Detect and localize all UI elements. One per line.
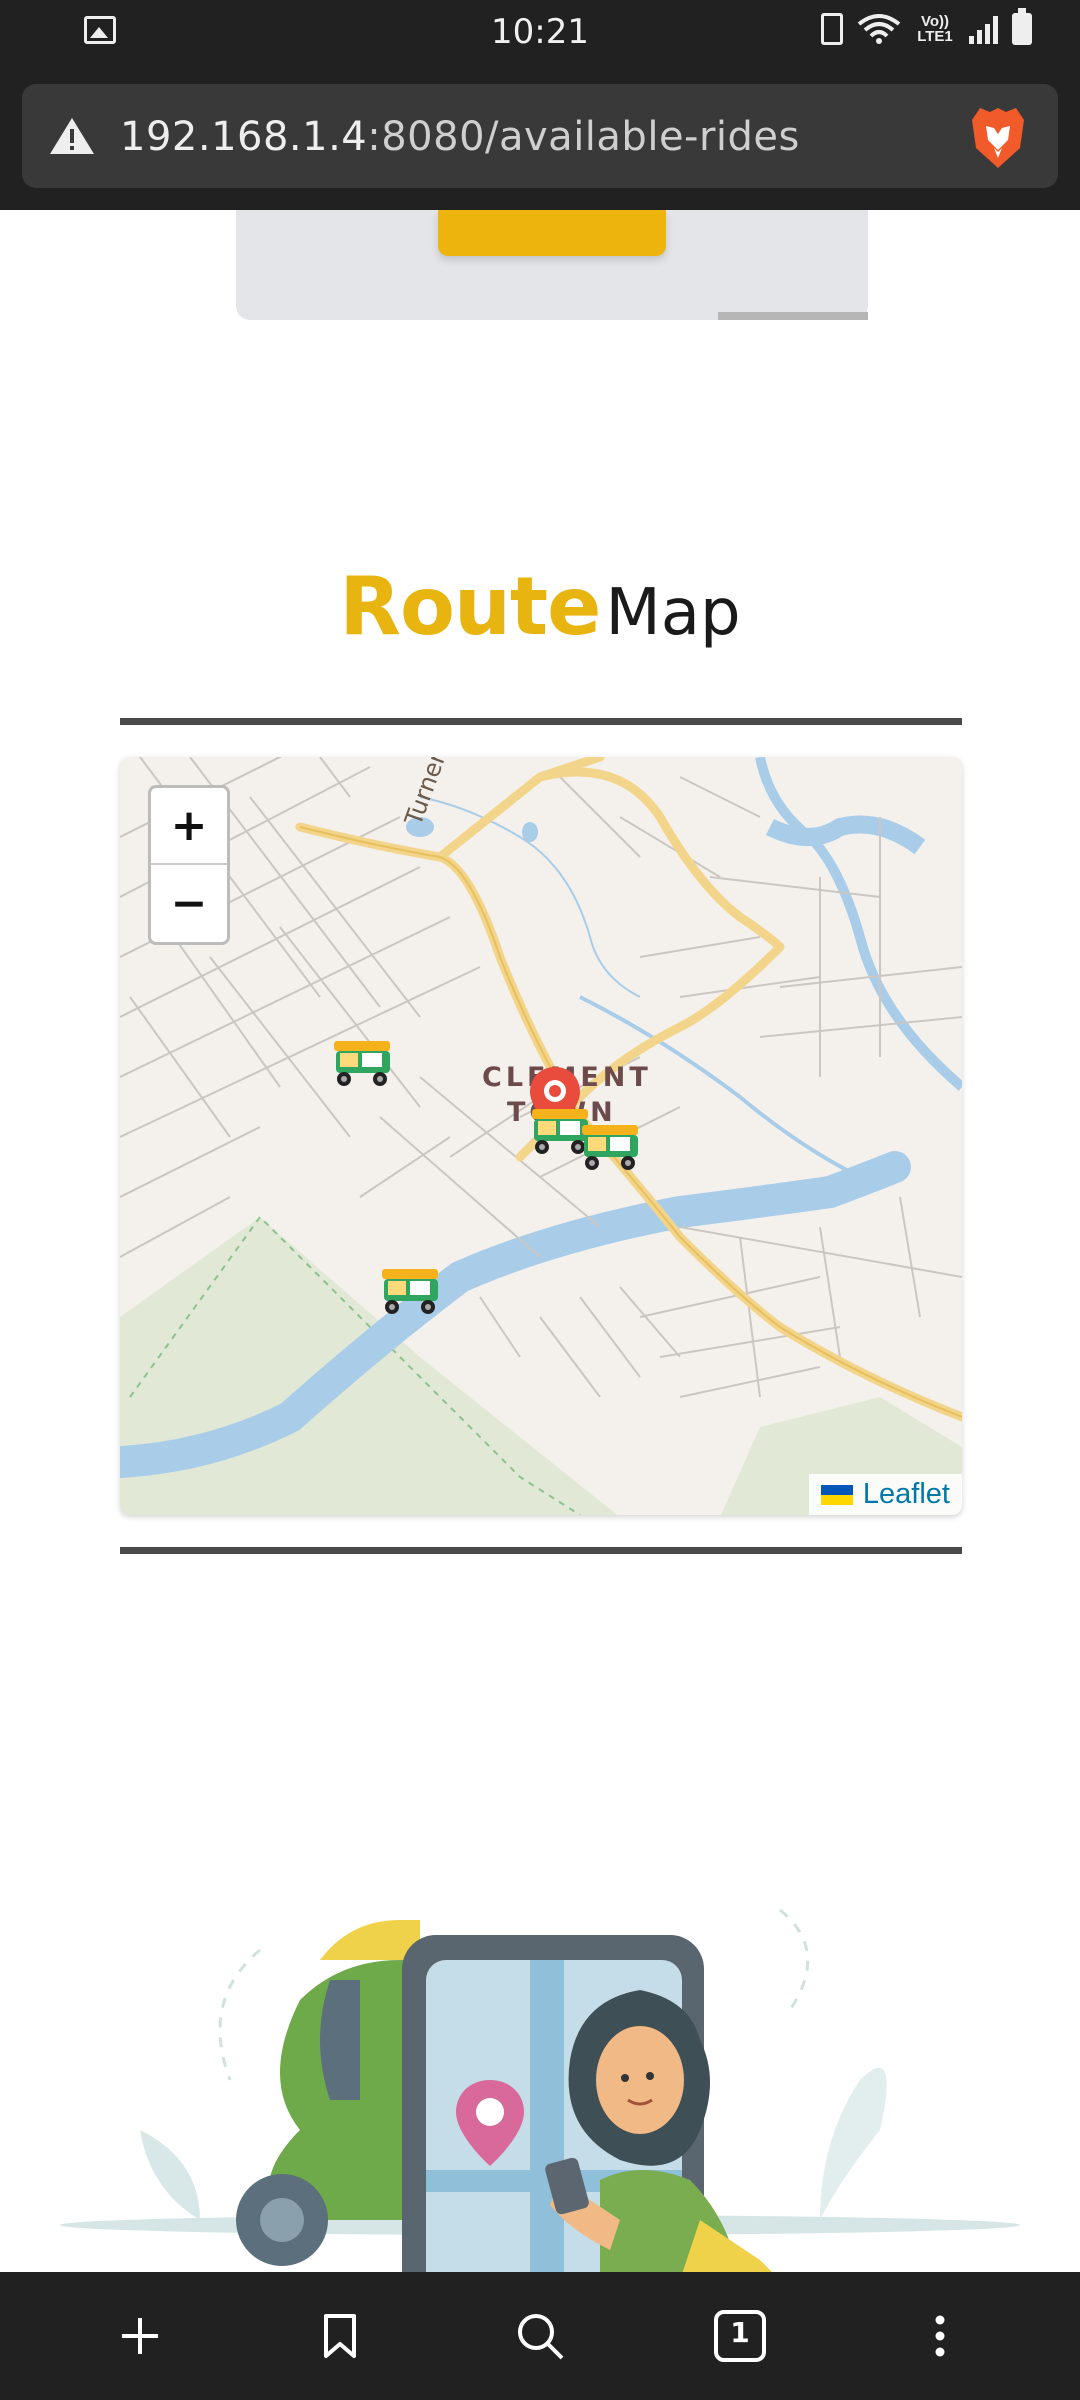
battery-saver-icon — [821, 13, 843, 45]
auto-rickshaw-icon[interactable] — [330, 1037, 398, 1089]
divider-bottom — [120, 1547, 962, 1554]
new-tab-button[interactable] — [100, 2296, 180, 2376]
title-rest: Map — [605, 576, 741, 650]
browser-toolbar: 192.168.1.4:8080/available-rides — [0, 66, 1080, 210]
url-host: 192.168.1.4 — [120, 114, 368, 160]
wifi-icon — [857, 14, 901, 44]
woman-booking-rickshaw-illustration — [60, 1908, 1020, 2272]
tab-count: 1 — [730, 2316, 750, 2349]
zoom-in-button[interactable]: + — [151, 788, 227, 865]
battery-icon — [1012, 8, 1032, 45]
road-label: Turner — [399, 757, 452, 830]
search-button[interactable] — [500, 2296, 580, 2376]
title-accent: Route — [339, 560, 601, 653]
divider-top — [120, 718, 962, 725]
lte-indicator: Vo)) LTE1 — [917, 13, 953, 45]
browser-bottom-bar: 1 — [0, 2272, 1080, 2400]
section-title: Route Map — [0, 560, 1080, 653]
route-map[interactable]: Turner CLEMENT TOWN — [120, 757, 962, 1515]
ukraine-flag-icon — [820, 1484, 853, 1505]
status-bar: 10:21 Vo)) LTE1 — [0, 0, 1080, 66]
url-path: :8080/available-rides — [367, 114, 800, 160]
auto-rickshaw-icon[interactable] — [378, 1265, 446, 1317]
address-bar[interactable]: 192.168.1.4:8080/available-rides — [22, 84, 1058, 188]
more-menu-button[interactable] — [900, 2296, 980, 2376]
url-text[interactable]: 192.168.1.4:8080/available-rides — [120, 114, 800, 160]
plus-icon — [122, 2318, 158, 2354]
ride-card-partial — [236, 210, 868, 320]
map-attribution: Leaflet — [808, 1474, 962, 1515]
bookmark-icon — [324, 2314, 356, 2358]
more-icon — [935, 2315, 945, 2357]
book-button[interactable] — [438, 210, 666, 256]
leaflet-link[interactable]: Leaflet — [863, 1478, 950, 1511]
brave-lion-icon[interactable] — [968, 104, 1028, 170]
card-scrollbar[interactable] — [718, 312, 868, 320]
page-content: Route Map Turner + − Leaflet — [0, 210, 1080, 2272]
status-icons: Vo)) LTE1 — [821, 8, 1032, 46]
search-icon — [518, 2314, 564, 2360]
zoom-out-button[interactable]: − — [151, 865, 227, 942]
tabs-button[interactable]: 1 — [700, 2296, 780, 2376]
bookmark-button[interactable] — [300, 2296, 380, 2376]
warning-triangle-icon[interactable] — [48, 116, 96, 156]
auto-rickshaw-icon[interactable] — [578, 1121, 646, 1173]
signal-icon — [969, 14, 998, 44]
zoom-control: + − — [148, 785, 230, 945]
